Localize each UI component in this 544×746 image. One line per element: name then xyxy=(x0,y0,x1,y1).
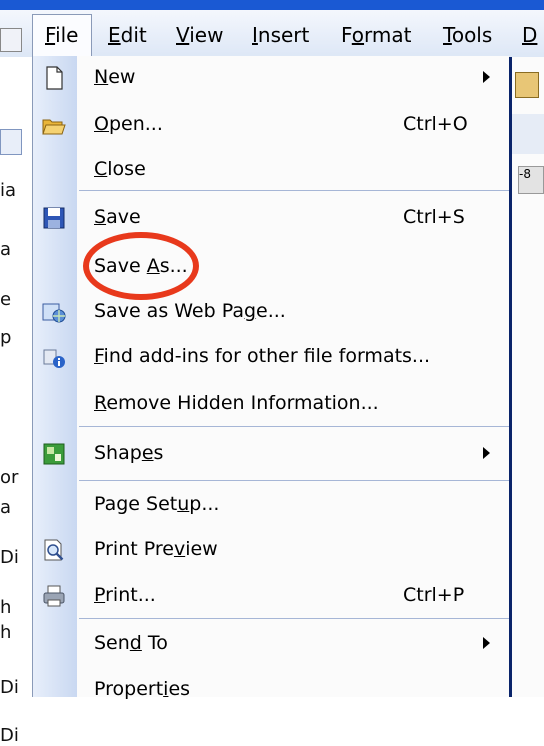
menu-item-label: Shapes xyxy=(94,442,164,464)
bg-fragment: Di xyxy=(0,677,19,698)
menu-item-label: Save xyxy=(94,206,141,228)
title-bar-strip xyxy=(0,0,544,10)
background-document-strip: ia a e p or a Di h h Di Di xyxy=(0,57,32,746)
open-folder-icon xyxy=(42,119,66,135)
menu-item-print[interactable]: Print... Ctrl+P xyxy=(33,574,509,618)
clipboard-icon xyxy=(515,72,539,98)
menu-item-save-web-page[interactable]: Save as Web Page... xyxy=(33,290,509,334)
ruler-label: -8 xyxy=(519,167,531,181)
bg-fragment: h xyxy=(0,597,12,618)
addin-info-icon xyxy=(43,349,65,368)
page-icon xyxy=(0,129,22,155)
menu-file[interactable]: File xyxy=(32,14,92,59)
bg-fragment: a xyxy=(0,497,12,518)
menu-item-page-setup[interactable]: Page Setup... xyxy=(33,483,509,527)
menu-item-properties[interactable]: Properties xyxy=(33,668,509,712)
menu-item-close[interactable]: Close xyxy=(33,148,509,192)
menu-item-label: Properties xyxy=(94,678,191,700)
menu-item-label: Find add-ins for other file formats... xyxy=(94,345,431,367)
menu-item-remove-hidden-info[interactable]: Remove Hidden Information... xyxy=(33,382,509,426)
bg-fragment: ia xyxy=(0,180,17,201)
submenu-arrow-icon xyxy=(483,447,490,459)
bg-fragment: a xyxy=(0,239,12,260)
menu-separator xyxy=(79,426,509,427)
menu-item-label: New xyxy=(94,66,136,88)
menu-item-label: Page Setup... xyxy=(94,493,220,515)
menu-data[interactable]: D xyxy=(522,22,537,48)
toolbar-segment xyxy=(509,114,544,154)
menu-item-send-to[interactable]: Send To xyxy=(33,622,509,666)
print-preview-icon xyxy=(44,539,64,561)
menu-item-label: Print Preview xyxy=(94,538,218,560)
menu-format[interactable]: Format xyxy=(341,22,412,48)
floppy-disk-icon xyxy=(43,207,65,229)
bg-fragment: or xyxy=(0,467,19,488)
menu-separator xyxy=(79,190,509,191)
menu-insert[interactable]: Insert xyxy=(252,22,309,48)
menu-item-new[interactable]: New xyxy=(33,56,509,100)
bg-fragment: p xyxy=(0,327,12,348)
ruler: -8 xyxy=(518,166,544,194)
menu-item-shapes[interactable]: Shapes xyxy=(33,432,509,476)
file-menu: New Open... Ctrl+O Close Save Ctrl+S Sav… xyxy=(32,56,509,700)
bg-fragment: Di xyxy=(0,725,19,746)
menu-item-open[interactable]: Open... Ctrl+O xyxy=(33,103,509,147)
menu-item-print-preview[interactable]: Print Preview xyxy=(33,528,509,572)
shortcut-label: Ctrl+P xyxy=(403,584,465,606)
shapes-icon xyxy=(43,443,65,465)
web-page-icon xyxy=(42,303,66,323)
menu-item-save[interactable]: Save Ctrl+S xyxy=(33,196,509,240)
submenu-arrow-icon xyxy=(483,71,490,83)
menu-item-find-addins[interactable]: Find add-ins for other file formats... xyxy=(33,335,509,379)
submenu-arrow-icon xyxy=(483,637,490,649)
bg-fragment: h xyxy=(0,622,12,643)
menu-separator xyxy=(79,618,509,619)
menu-view[interactable]: View xyxy=(176,22,223,48)
menu-right-edge xyxy=(509,57,512,697)
menu-item-label: Print... xyxy=(94,584,156,606)
menu-item-label: Open... xyxy=(94,113,163,135)
blank-page-icon xyxy=(46,66,63,90)
menu-file-label: File xyxy=(45,23,79,47)
menu-item-label: Send To xyxy=(94,632,168,654)
shortcut-label: Ctrl+S xyxy=(403,206,465,228)
printer-icon xyxy=(43,585,65,607)
bg-fragment: e xyxy=(0,289,12,310)
app-icon xyxy=(0,28,22,52)
menu-bar: File Edit View Insert Format Tools D xyxy=(0,10,544,59)
annotation-circle xyxy=(83,232,199,300)
menu-separator xyxy=(79,480,509,481)
menu-item-label: Remove Hidden Information... xyxy=(94,392,379,414)
menu-item-label: Save as Web Page... xyxy=(94,300,286,322)
menu-tools[interactable]: Tools xyxy=(443,22,492,48)
menu-item-label: Close xyxy=(94,158,146,180)
bg-fragment: Di xyxy=(0,547,19,568)
menu-edit[interactable]: Edit xyxy=(108,22,147,48)
shortcut-label: Ctrl+O xyxy=(403,113,468,135)
